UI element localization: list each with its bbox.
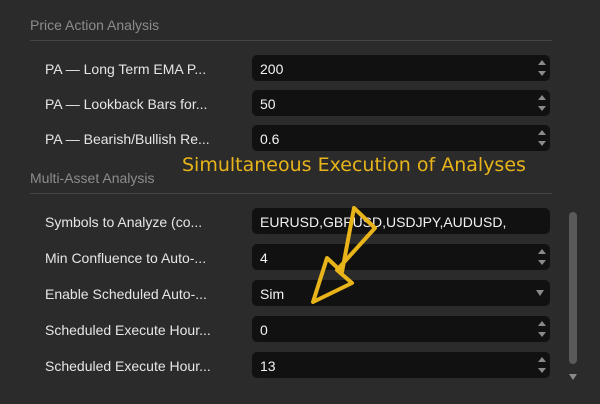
section-divider <box>30 193 552 194</box>
symbols-input[interactable]: EURUSD,GBPUSD,USDJPY,AUDUSD, <box>252 208 550 234</box>
setting-row-symbols: Symbols to Analyze (co... EURUSD,GBPUSD,… <box>0 208 600 236</box>
spinner-arrows-icon[interactable] <box>538 130 546 146</box>
setting-label: PA — Bearish/Bullish Re... <box>45 131 210 147</box>
setting-row-enable-scheduled: Enable Scheduled Auto-... Sim <box>0 280 600 308</box>
annotation-text: Simultaneous Execution of Analyses <box>182 154 526 176</box>
field-value: 0.6 <box>260 131 280 147</box>
field-value: 50 <box>260 96 276 112</box>
scrollbar-thumb[interactable] <box>569 212 577 364</box>
setting-label: Min Confluence to Auto-... <box>45 250 207 266</box>
setting-label: PA — Lookback Bars for... <box>45 96 208 112</box>
min-confluence-input[interactable]: 4 <box>252 244 550 270</box>
scroll-down-icon[interactable] <box>569 374 577 380</box>
setting-row-bearish-bullish: PA — Bearish/Bullish Re... 0.6 <box>0 125 600 153</box>
setting-label: PA — Long Term EMA P... <box>45 61 207 77</box>
field-value: 4 <box>260 250 268 266</box>
lookback-bars-input[interactable]: 50 <box>252 90 550 116</box>
section-title-price-action: Price Action Analysis <box>30 17 160 33</box>
field-value: 13 <box>260 358 276 374</box>
field-value: EURUSD,GBPUSD,USDJPY,AUDUSD, <box>260 214 507 230</box>
field-value: 0 <box>260 322 268 338</box>
chevron-down-icon[interactable] <box>536 290 544 296</box>
setting-row-min-confluence: Min Confluence to Auto-... 4 <box>0 244 600 272</box>
setting-row-long-term-ema: PA — Long Term EMA P... 200 <box>0 55 600 83</box>
spinner-arrows-icon[interactable] <box>538 321 546 337</box>
setting-label: Scheduled Execute Hour... <box>45 358 211 374</box>
spinner-arrows-icon[interactable] <box>538 249 546 265</box>
execute-hour-1-input[interactable]: 0 <box>252 316 550 342</box>
setting-row-execute-hour-1: Scheduled Execute Hour... 0 <box>0 316 600 344</box>
setting-label: Symbols to Analyze (co... <box>45 214 203 230</box>
section-divider <box>30 40 552 41</box>
section-title-multi-asset: Multi-Asset Analysis <box>30 170 155 186</box>
long-term-ema-input[interactable]: 200 <box>252 55 550 81</box>
setting-label: Enable Scheduled Auto-... <box>45 286 207 302</box>
spinner-arrows-icon[interactable] <box>538 60 546 76</box>
field-value: Sim <box>260 286 285 302</box>
settings-panel: Price Action Analysis PA — Long Term EMA… <box>0 0 600 404</box>
enable-scheduled-select[interactable]: Sim <box>252 280 550 306</box>
setting-row-execute-hour-2: Scheduled Execute Hour... 13 <box>0 352 600 380</box>
setting-label: Scheduled Execute Hour... <box>45 322 211 338</box>
spinner-arrows-icon[interactable] <box>538 357 546 373</box>
field-value: 200 <box>260 61 284 77</box>
bearish-bullish-ratio-input[interactable]: 0.6 <box>252 125 550 151</box>
scrollbar[interactable] <box>566 0 580 404</box>
spinner-arrows-icon[interactable] <box>538 95 546 111</box>
setting-row-lookback-bars: PA — Lookback Bars for... 50 <box>0 90 600 118</box>
execute-hour-2-input[interactable]: 13 <box>252 352 550 378</box>
